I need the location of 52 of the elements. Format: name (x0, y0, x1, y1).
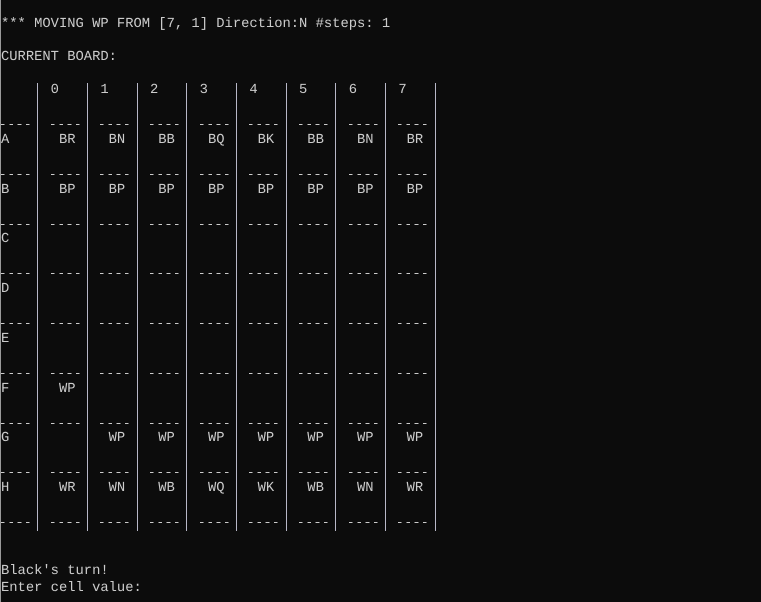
piece-code: WP (58, 382, 76, 398)
piece-code: BP (208, 182, 225, 200)
piece-code: WB (307, 481, 324, 498)
piece-code: WK (258, 481, 274, 498)
row-letter: E (1, 332, 10, 348)
piece-code: BP (258, 182, 274, 200)
row-letter: F (1, 382, 10, 398)
piece-code: WB (158, 481, 175, 498)
piece-code: WP (406, 431, 424, 448)
piece-code: BK (258, 132, 274, 150)
piece-code: WR (406, 481, 424, 498)
board-title: CURRENT BOARD: (1, 50, 117, 66)
piece-code: BQ (208, 132, 225, 150)
piece-code: BN (108, 132, 126, 150)
piece-code: WP (356, 431, 374, 448)
column-number: 0 (50, 82, 59, 100)
row-letter: A (1, 132, 10, 150)
piece-code: BP (108, 182, 126, 200)
piece-code: BR (58, 132, 76, 150)
piece-code: WQ (208, 481, 225, 498)
piece-code: BP (307, 182, 324, 200)
move-message: *** MOVING WP FROM [7, 1] Direction:N #steps: 1 (1, 16, 390, 34)
piece-code: BP (58, 182, 76, 200)
row-letter: H (1, 481, 10, 498)
row-letter: B (1, 182, 10, 200)
piece-code: WP (307, 431, 324, 448)
piece-code: WP (158, 431, 175, 448)
column-number: 6 (348, 82, 357, 100)
column-number: 1 (100, 82, 109, 100)
piece-code: WP (108, 431, 126, 448)
console-text: Black's turn! (1, 564, 109, 581)
piece-code: WN (108, 481, 126, 498)
column-number: 2 (150, 82, 158, 100)
piece-code: WP (208, 431, 225, 448)
piece-code: BP (158, 182, 175, 200)
piece-code: BB (158, 132, 175, 150)
piece-code: WP (258, 431, 274, 448)
piece-code: WR (58, 481, 76, 498)
piece-code: BR (406, 132, 424, 150)
piece-code: BP (356, 182, 374, 200)
piece-code: BB (307, 132, 324, 150)
row-letter: G (1, 431, 10, 448)
column-number: 5 (299, 82, 308, 100)
column-number: 3 (200, 82, 208, 100)
column-number: 7 (398, 82, 407, 100)
piece-code: WN (356, 481, 374, 498)
piece-code: BP (406, 182, 424, 200)
console-text: Enter cell value: (1, 580, 142, 598)
column-number: 4 (249, 82, 258, 100)
row-letter: D (1, 282, 10, 299)
row-letter: C (1, 232, 10, 249)
piece-code: BN (356, 132, 374, 150)
